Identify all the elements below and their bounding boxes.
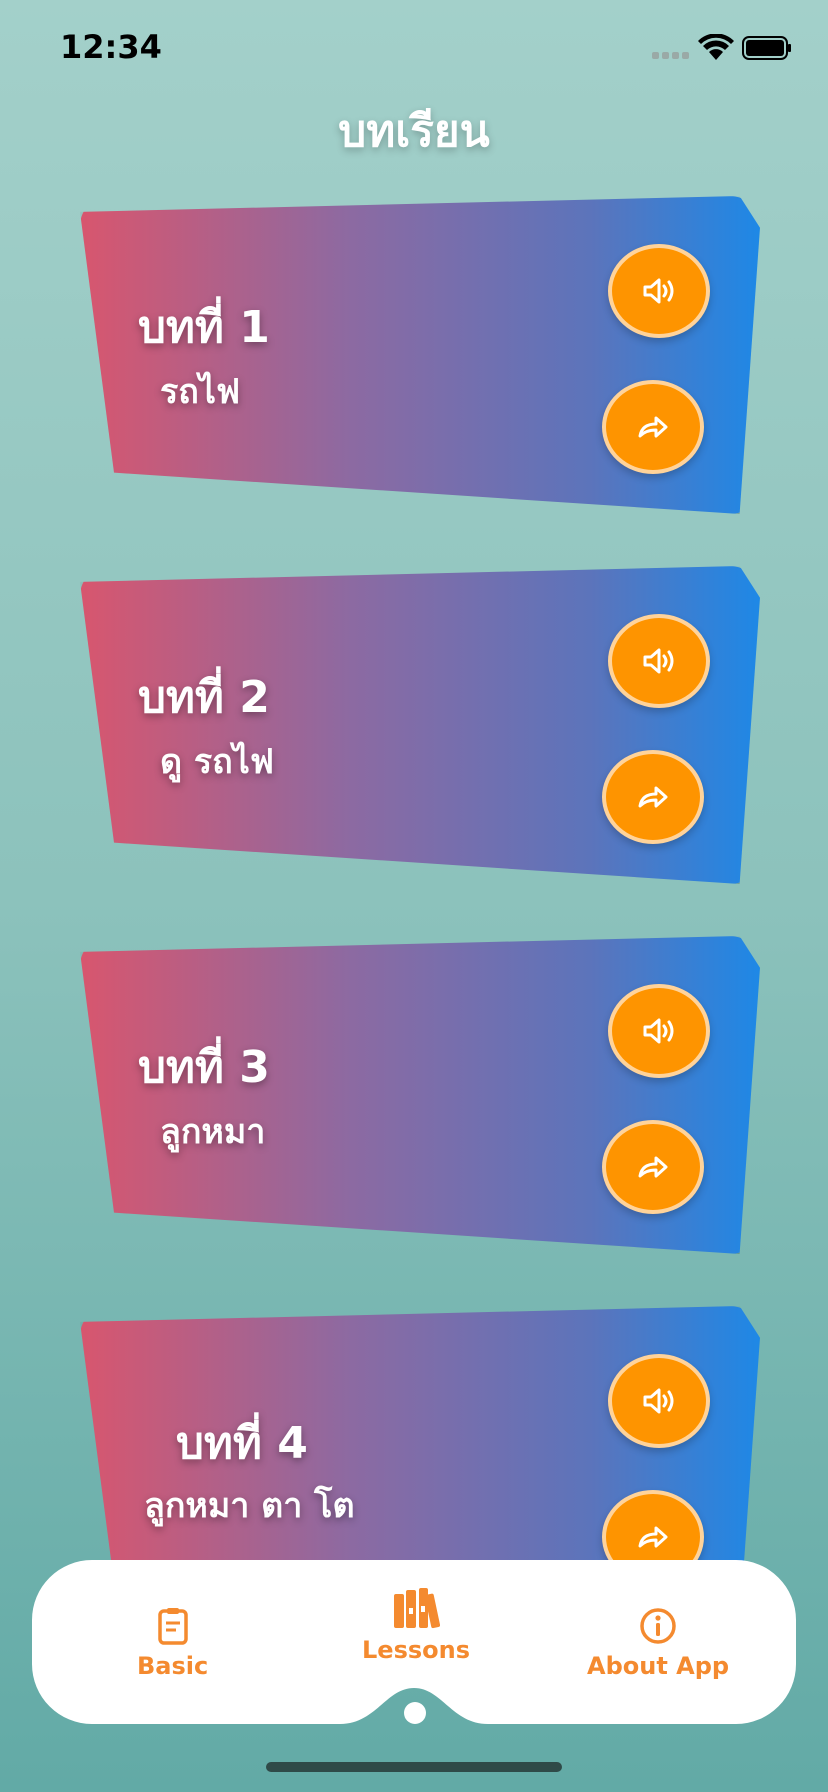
lesson-title: บทที่ 1 [138, 302, 270, 353]
lesson-subtitle: รถไฟ [160, 372, 241, 412]
status-time: 12:34 [60, 28, 162, 66]
share-arrow-icon [638, 786, 668, 808]
tab-about-app[interactable]: About App [587, 1606, 729, 1680]
battery-icon [742, 36, 791, 60]
speaker-icon [643, 1018, 674, 1044]
speaker-icon [643, 648, 674, 674]
speaker-icon [643, 278, 674, 304]
lesson-card-3[interactable]: บทที่ 3 ลูกหมา [80, 936, 760, 1254]
clipboard-icon [157, 1608, 188, 1645]
home-indicator[interactable] [266, 1762, 562, 1772]
speaker-icon [643, 1388, 674, 1414]
tab-label: About App [587, 1652, 730, 1680]
tab-lessons[interactable]: Lessons [362, 1586, 470, 1664]
play-sound-button[interactable] [608, 614, 710, 708]
tab-label: Basic [137, 1652, 209, 1680]
lesson-subtitle: ลูกหมา ตา โต [144, 1486, 355, 1526]
play-sound-button[interactable] [608, 984, 710, 1078]
lesson-card-2[interactable]: บทที่ 2 ดู รถไฟ [80, 566, 760, 884]
tab-basic[interactable]: Basic [137, 1606, 208, 1680]
lesson-title: บทที่ 2 [138, 672, 270, 723]
lesson-title: บทที่ 4 [176, 1418, 308, 1469]
status-bar: 12:34 [0, 0, 828, 100]
play-sound-button[interactable] [608, 244, 710, 338]
lesson-subtitle: ลูกหมา [160, 1112, 266, 1152]
share-arrow-icon [638, 1156, 668, 1178]
wifi-icon [698, 34, 734, 60]
info-icon [640, 1608, 676, 1644]
tab-bar: Basic Lessons About App [32, 1560, 796, 1724]
page-title: บทเรียน [338, 106, 490, 157]
share-arrow-icon [638, 416, 668, 438]
share-button[interactable] [602, 380, 704, 474]
tab-label: Lessons [362, 1636, 470, 1664]
cellular-signal-icon [652, 52, 689, 59]
books-icon [394, 1588, 440, 1629]
selected-tab-indicator [404, 1702, 426, 1724]
lesson-subtitle: ดู รถไฟ [160, 742, 274, 782]
lesson-card-1[interactable]: บทที่ 1 รถไฟ [80, 196, 760, 514]
share-button[interactable] [602, 1120, 704, 1214]
lesson-title: บทที่ 3 [138, 1042, 270, 1093]
share-arrow-icon [638, 1526, 668, 1548]
play-sound-button[interactable] [608, 1354, 710, 1448]
share-button[interactable] [602, 750, 704, 844]
